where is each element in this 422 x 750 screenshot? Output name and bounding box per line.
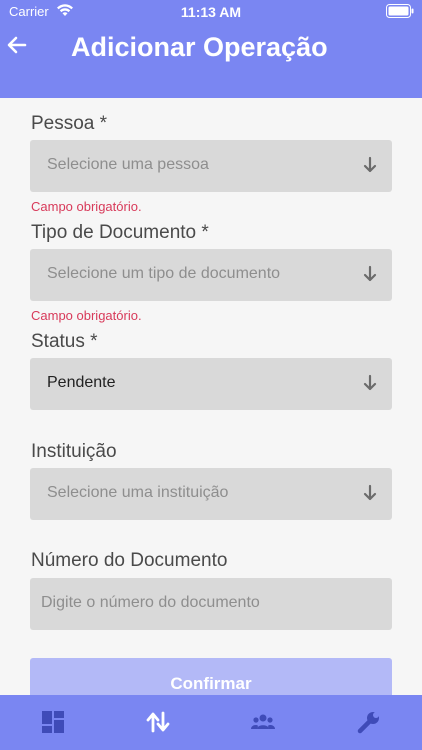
tipo-documento-label: Tipo de Documento * bbox=[31, 222, 209, 243]
status-label: Status * bbox=[31, 331, 98, 352]
battery-icon bbox=[386, 4, 414, 21]
status-select[interactable]: Pendente bbox=[30, 358, 392, 410]
page-title: Adicionar Operação bbox=[71, 32, 328, 62]
arrow-down-icon bbox=[363, 374, 377, 392]
numero-documento-input[interactable]: Digite o número do documento bbox=[30, 578, 392, 630]
tab-bar bbox=[0, 695, 422, 750]
numero-documento-label: Número do Documento bbox=[31, 550, 228, 571]
wrench-icon[interactable] bbox=[356, 709, 382, 735]
pessoa-label: Pessoa * bbox=[31, 113, 108, 134]
dashboard-icon[interactable] bbox=[40, 709, 66, 735]
back-arrow-icon[interactable] bbox=[4, 32, 30, 58]
arrow-down-icon bbox=[363, 156, 377, 174]
tipo-documento-error: Campo obrigatório. bbox=[31, 308, 142, 323]
pessoa-error: Campo obrigatório. bbox=[31, 199, 142, 214]
tipo-documento-placeholder: Selecione um tipo de documento bbox=[47, 265, 281, 282]
tipo-documento-select[interactable]: Selecione um tipo de documento bbox=[30, 249, 392, 301]
numero-documento-placeholder: Digite o número do documento bbox=[41, 594, 260, 611]
arrow-down-icon bbox=[363, 265, 377, 283]
instituicao-placeholder: Selecione uma instituição bbox=[47, 484, 229, 501]
people-icon[interactable] bbox=[250, 709, 276, 735]
status-time: 11:13 AM bbox=[180, 4, 242, 20]
pessoa-placeholder: Selecione uma pessoa bbox=[47, 156, 209, 173]
transfer-arrows-icon[interactable] bbox=[145, 709, 171, 735]
status-value: Pendente bbox=[47, 374, 116, 391]
instituicao-label: Instituição bbox=[31, 441, 117, 462]
pessoa-select[interactable]: Selecione uma pessoa bbox=[30, 140, 392, 192]
status-bar: Carrier 11:13 AM bbox=[0, 0, 422, 24]
arrow-down-icon bbox=[363, 484, 377, 502]
instituicao-select[interactable]: Selecione uma instituição bbox=[30, 468, 392, 520]
app-header: Carrier 11:13 AM Adicionar Operação bbox=[0, 0, 422, 98]
